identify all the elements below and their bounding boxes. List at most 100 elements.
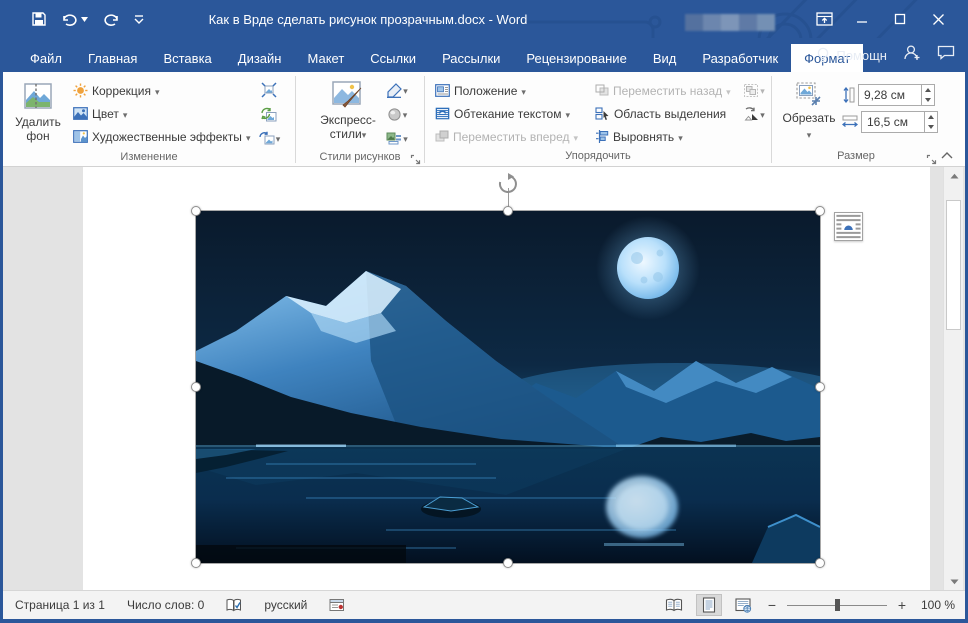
vertical-scrollbar[interactable]: [943, 167, 963, 590]
ribbon: Удалить фон Коррекция Цвет: [3, 72, 965, 167]
correction-button[interactable]: Коррекция: [69, 79, 254, 102]
close-button[interactable]: [919, 0, 957, 38]
word-count[interactable]: Число слов: 0: [127, 598, 204, 612]
undo-button[interactable]: [61, 12, 88, 27]
selection-pane-button[interactable]: Область выделения: [591, 102, 741, 125]
rotate-objects-button[interactable]: [743, 103, 765, 125]
shape-height-control: 9,28 см: [842, 83, 938, 106]
height-decrease-button[interactable]: [922, 95, 934, 105]
color-button[interactable]: Цвет: [69, 102, 254, 125]
resize-handle-bottom-left[interactable]: [191, 558, 201, 568]
collapse-ribbon-button[interactable]: [941, 148, 953, 162]
resize-handle-top-center[interactable]: [503, 206, 513, 216]
save-icon: [31, 11, 47, 27]
scroll-up-button[interactable]: [944, 167, 964, 184]
send-backward-button[interactable]: Переместить назад: [591, 79, 741, 102]
bring-forward-button[interactable]: Переместить вперед: [431, 125, 589, 148]
width-spinner: [925, 111, 938, 133]
ribbon-display-options-button[interactable]: [805, 0, 843, 38]
share-button[interactable]: [903, 44, 921, 66]
quick-styles-button[interactable]: Экспресс-стили: [312, 77, 384, 145]
tab-insert[interactable]: Вставка: [150, 44, 224, 72]
align-button[interactable]: Выровнять: [591, 125, 741, 148]
compress-pictures-button[interactable]: [258, 79, 280, 101]
comments-button[interactable]: [937, 45, 955, 65]
quick-styles-label: Экспресс-стили: [315, 113, 381, 142]
width-decrease-button[interactable]: [925, 122, 937, 132]
tab-references[interactable]: Ссылки: [357, 44, 429, 72]
group-objects-button[interactable]: [743, 79, 765, 101]
height-icon: [842, 87, 855, 103]
zoom-slider[interactable]: [787, 599, 887, 611]
size-dialog-launcher[interactable]: [926, 152, 938, 164]
read-mode-button[interactable]: [661, 594, 687, 616]
comment-icon: [937, 45, 955, 60]
scroll-down-button[interactable]: [944, 573, 964, 590]
blurred-text-region: [685, 14, 775, 31]
customize-qat-button[interactable]: [134, 14, 144, 24]
reset-picture-button[interactable]: [258, 127, 280, 149]
print-layout-button[interactable]: [696, 594, 722, 616]
remove-background-label: Удалить фон: [14, 115, 62, 143]
remove-background-button[interactable]: Удалить фон: [9, 77, 67, 146]
dropdown-caret-icon: [123, 107, 128, 121]
selected-picture[interactable]: [196, 211, 820, 563]
wrap-text-button[interactable]: Обтекание текстом: [431, 102, 589, 125]
minimize-button[interactable]: [843, 0, 881, 38]
redo-button[interactable]: [102, 12, 120, 27]
tab-layout[interactable]: Макет: [294, 44, 357, 72]
scrollbar-thumb[interactable]: [946, 200, 961, 330]
tell-me-assistant[interactable]: Помощн: [816, 47, 887, 64]
tab-home[interactable]: Главная: [75, 44, 150, 72]
maximize-button[interactable]: [881, 0, 919, 38]
tab-view[interactable]: Вид: [640, 44, 690, 72]
picture-effects-button[interactable]: [386, 103, 408, 125]
tab-review[interactable]: Рецензирование: [513, 44, 639, 72]
save-button[interactable]: [31, 11, 47, 27]
dropdown-caret-icon: [403, 129, 408, 147]
crop-button[interactable]: Обрезать: [778, 77, 840, 146]
proofing-status-button[interactable]: [226, 598, 242, 613]
zoom-in-button[interactable]: +: [896, 597, 908, 613]
dropdown-caret-icon: [573, 130, 578, 144]
position-button[interactable]: Положение: [431, 79, 589, 102]
picture-layout-button[interactable]: [386, 127, 408, 149]
dropdown-caret-icon: [276, 129, 281, 147]
print-layout-icon: [702, 597, 716, 613]
language-indicator[interactable]: русский: [264, 598, 307, 612]
rotation-handle[interactable]: [497, 173, 519, 195]
tab-design[interactable]: Дизайн: [225, 44, 295, 72]
height-input[interactable]: 9,28 см: [858, 84, 922, 106]
page-indicator[interactable]: Страница 1 из 1: [15, 598, 105, 612]
title-bar: Как в Врде сделать рисунок прозрачным.do…: [3, 0, 965, 38]
resize-handle-middle-right[interactable]: [815, 382, 825, 392]
window-controls: [805, 0, 957, 38]
zoom-level[interactable]: 100 %: [921, 598, 955, 612]
resize-handle-bottom-center[interactable]: [503, 558, 513, 568]
dropdown-caret-icon: [403, 81, 408, 99]
position-icon: [435, 84, 450, 97]
change-picture-button[interactable]: [258, 103, 280, 125]
zoom-out-button[interactable]: −: [766, 597, 778, 613]
picture-border-button[interactable]: [386, 79, 408, 101]
width-input[interactable]: 16,5 см: [861, 111, 925, 133]
tab-developer[interactable]: Разработчик: [689, 44, 791, 72]
resize-handle-middle-left[interactable]: [191, 382, 201, 392]
picture-styles-dialog-launcher[interactable]: [410, 152, 422, 164]
web-layout-button[interactable]: [731, 594, 757, 616]
zoom-slider-thumb[interactable]: [835, 599, 840, 611]
height-increase-button[interactable]: [922, 85, 934, 95]
layout-options-button[interactable]: [834, 212, 863, 241]
document-area[interactable]: [3, 167, 965, 590]
tab-mailings[interactable]: Рассылки: [429, 44, 513, 72]
tab-file[interactable]: Файл: [17, 44, 75, 72]
lightbulb-icon: [816, 47, 830, 64]
artistic-effects-button[interactable]: Художественные эффекты: [69, 125, 254, 148]
macro-record-button[interactable]: [329, 598, 345, 612]
read-mode-icon: [665, 598, 683, 612]
resize-handle-bottom-right[interactable]: [815, 558, 825, 568]
width-increase-button[interactable]: [925, 112, 937, 122]
wrap-text-icon: [435, 107, 450, 120]
resize-handle-top-right[interactable]: [815, 206, 825, 216]
resize-handle-top-left[interactable]: [191, 206, 201, 216]
